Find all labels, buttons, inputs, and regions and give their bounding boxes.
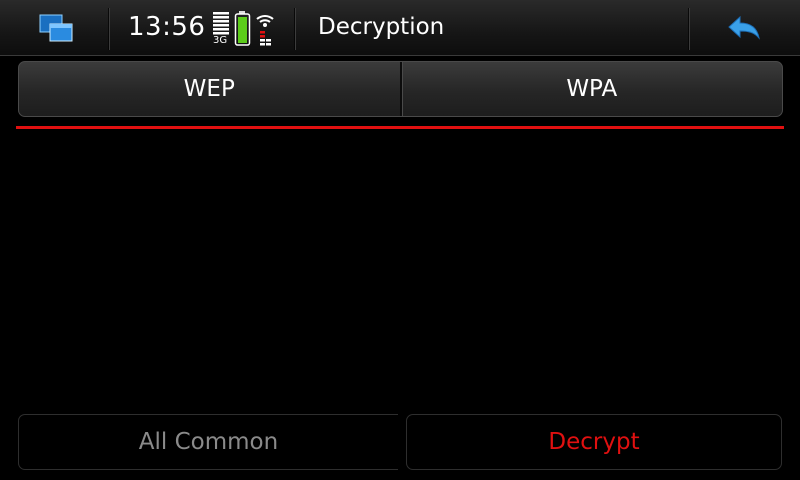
tab-wep[interactable]: WEP: [19, 62, 400, 116]
network-type-label: 3G: [213, 35, 228, 46]
protocol-tab-bar: WEP WPA: [18, 61, 783, 117]
tab-wpa[interactable]: WPA: [399, 62, 783, 116]
battery-icon[interactable]: [234, 10, 252, 48]
back-arrow-icon[interactable]: [726, 14, 762, 44]
clock[interactable]: 13:56: [128, 12, 205, 42]
view-title: Decryption: [318, 14, 445, 40]
separator: [688, 8, 690, 50]
status-bar: 13:56 3G Decryption: [0, 0, 800, 56]
decrypt-button[interactable]: Decrypt: [406, 414, 782, 470]
accent-divider: [16, 126, 784, 129]
separator: [108, 8, 110, 50]
wifi-icon[interactable]: [254, 10, 276, 48]
separator: [294, 8, 296, 50]
all-common-button[interactable]: All Common: [18, 414, 398, 470]
signal-strength-icon[interactable]: 3G: [212, 10, 234, 48]
task-switcher-icon[interactable]: [38, 13, 76, 45]
